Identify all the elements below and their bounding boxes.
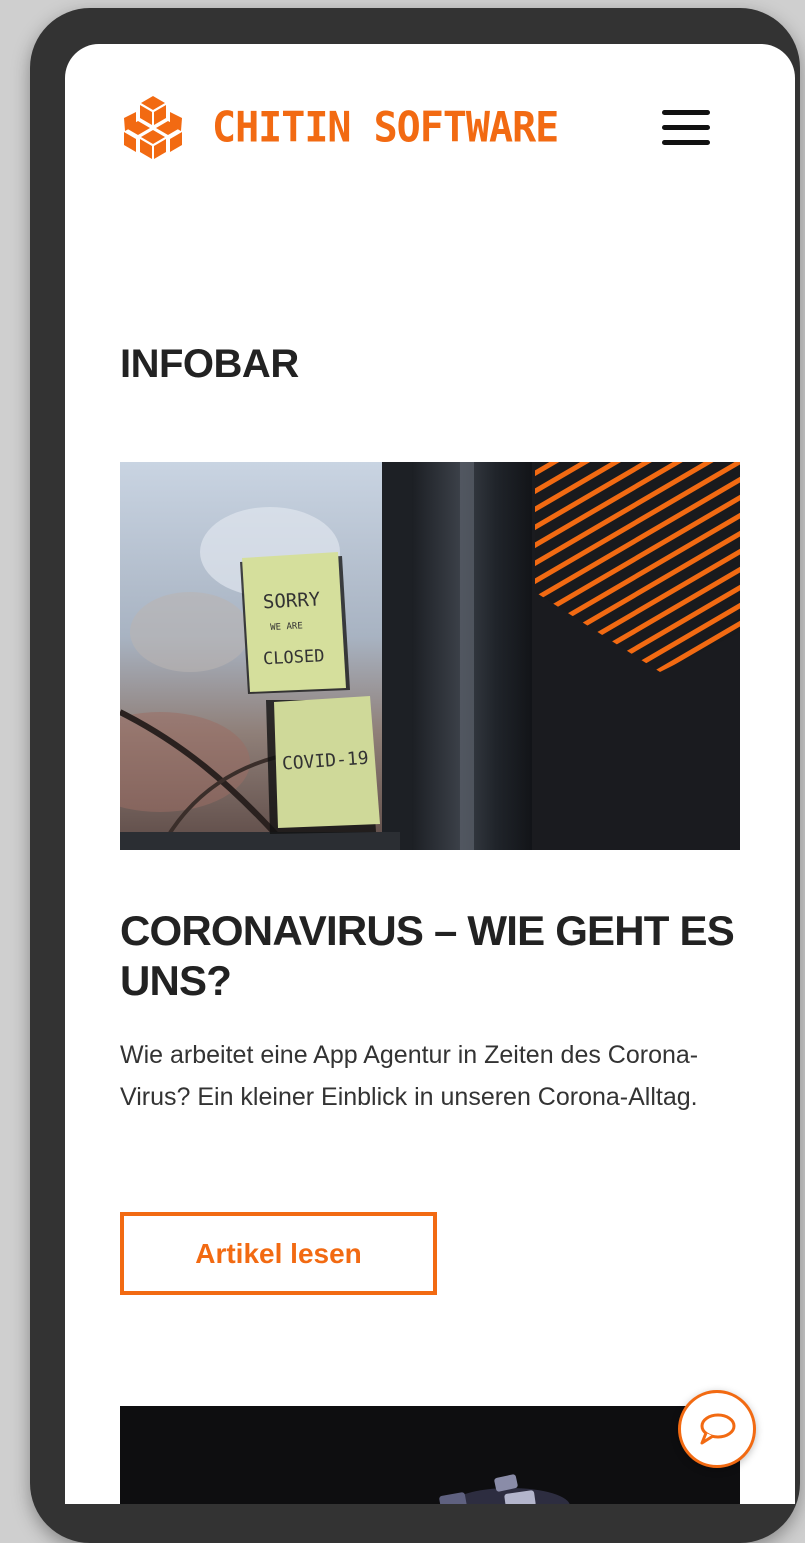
brand-logo[interactable]: CHITIN SOFTWARE xyxy=(120,94,559,162)
article-title: CORONAVIRUS – WIE GEHT ES UNS? xyxy=(120,907,735,1004)
svg-text:WE ARE: WE ARE xyxy=(270,621,303,633)
article-excerpt: Wie arbeitet eine App Agentur in Zeiten … xyxy=(120,1041,699,1111)
chat-button[interactable] xyxy=(678,1390,756,1468)
hamburger-menu-button[interactable] xyxy=(658,106,714,150)
hamburger-line xyxy=(662,140,710,145)
section-title: INFOBAR xyxy=(120,342,299,386)
phone-screen: CHITIN SOFTWARE INFOBAR SORRY WE ARE CLO… xyxy=(65,44,795,1504)
closed-sign-photo: SORRY WE ARE CLOSED COVID-19 xyxy=(120,462,740,850)
article-image[interactable]: SORRY WE ARE CLOSED COVID-19 xyxy=(120,462,740,850)
sticky-note-closed: SORRY WE ARE CLOSED xyxy=(240,552,350,694)
hamburger-menu-icon xyxy=(662,110,710,115)
brand-name: CHITIN SOFTWARE xyxy=(212,103,559,153)
hexagon-cube-logo-icon xyxy=(124,96,182,159)
sticky-note-covid: COVID-19 xyxy=(266,696,380,834)
chat-bubble-icon xyxy=(700,1413,736,1445)
next-article-photo xyxy=(439,1474,570,1504)
svg-text:CLOSED: CLOSED xyxy=(263,646,325,669)
read-article-button[interactable]: Artikel lesen xyxy=(120,1212,437,1295)
next-article-image[interactable] xyxy=(120,1406,740,1504)
site-header: CHITIN SOFTWARE xyxy=(65,44,795,219)
svg-text:SORRY: SORRY xyxy=(262,588,321,613)
hamburger-line xyxy=(662,125,710,130)
